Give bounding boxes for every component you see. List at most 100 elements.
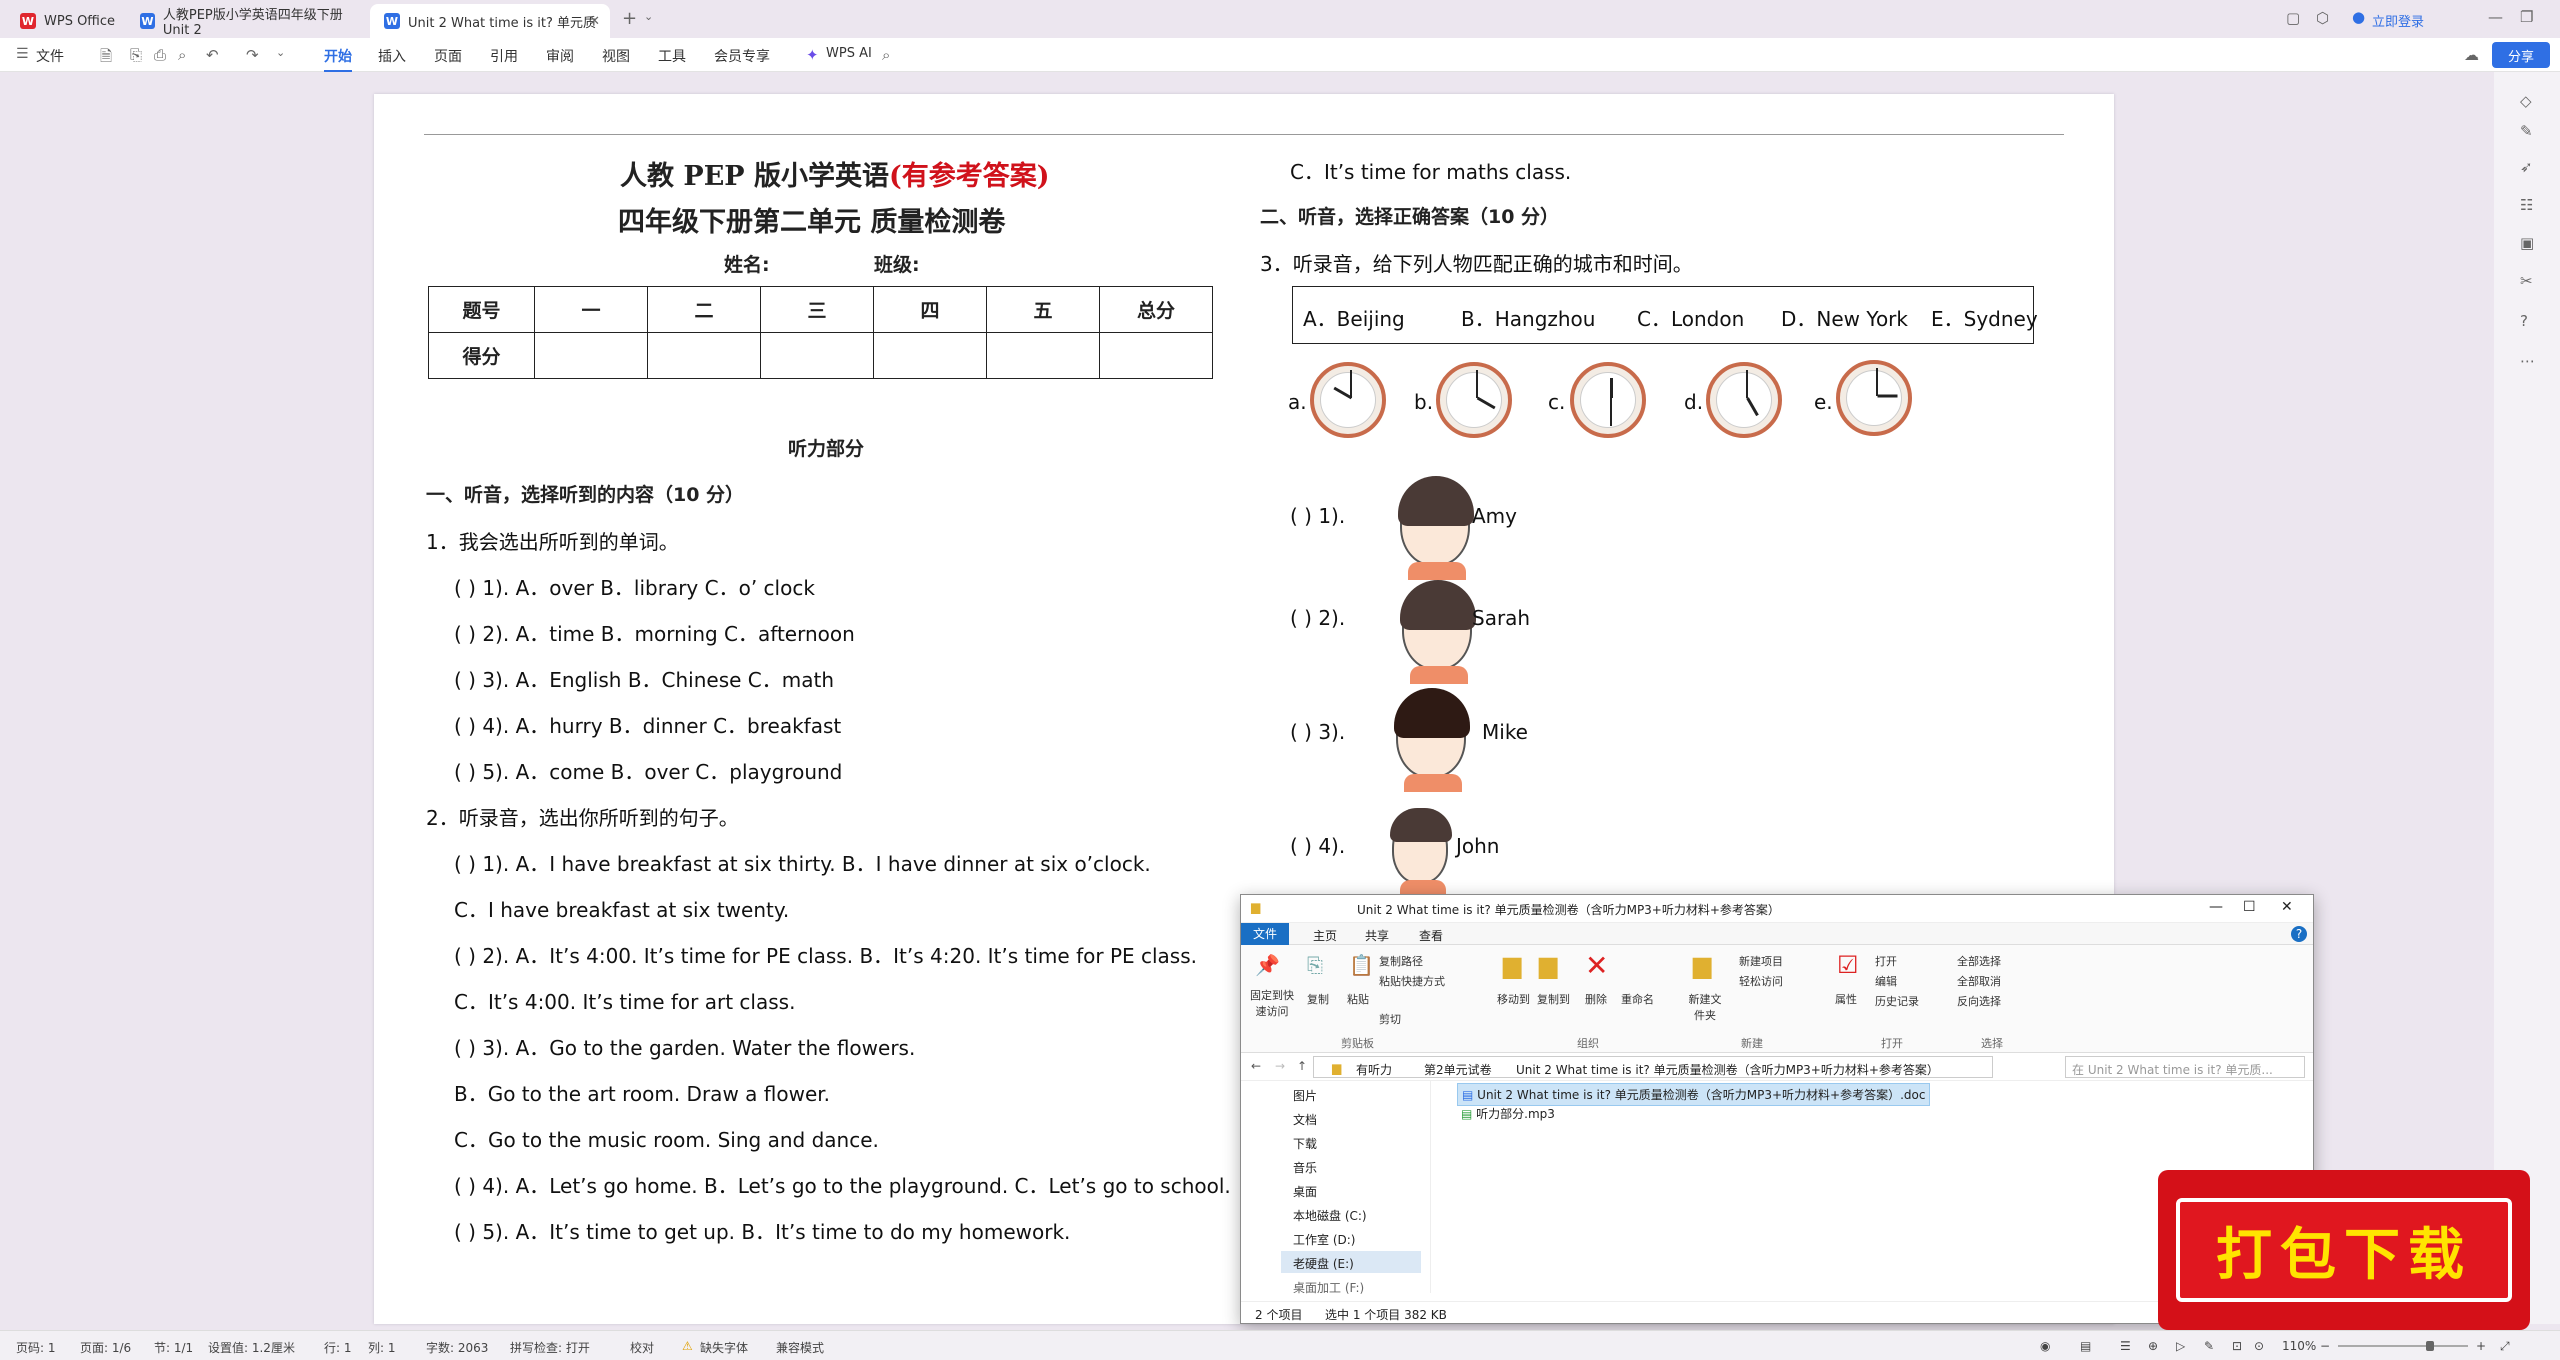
- new-item-button[interactable]: 新建项目: [1739, 953, 1783, 969]
- web-view-icon[interactable]: ⊕: [2148, 1339, 2158, 1353]
- pen-icon[interactable]: ✎: [2520, 122, 2533, 140]
- paste-button[interactable]: 粘贴: [1347, 991, 1369, 1007]
- tool-icon[interactable]: ✂: [2520, 272, 2533, 290]
- menu-file[interactable]: 文件: [36, 46, 64, 66]
- nav-item[interactable]: 工作室 (D:): [1293, 1231, 1355, 1248]
- menu-review[interactable]: 审阅: [546, 46, 574, 66]
- file-item-selected[interactable]: ▤ Unit 2 What time is it? 单元质量检测卷（含听力MP3…: [1457, 1083, 1931, 1106]
- sliders-icon[interactable]: ☷: [2520, 196, 2533, 214]
- select-none-button[interactable]: 全部取消: [1957, 973, 2001, 989]
- cut-button[interactable]: 剪切: [1379, 1011, 1401, 1027]
- close-tab-icon[interactable]: ✕: [589, 14, 600, 29]
- copy-to-button[interactable]: 复制到: [1537, 991, 1570, 1007]
- menu-home[interactable]: 开始: [324, 46, 352, 72]
- menu-member[interactable]: 会员专享: [714, 46, 770, 66]
- eye-icon[interactable]: ◉: [2040, 1339, 2050, 1353]
- nav-item[interactable]: 本地磁盘 (C:): [1293, 1207, 1367, 1224]
- move-to-button[interactable]: 移动到: [1497, 991, 1530, 1007]
- fit-icon[interactable]: ⊡: [2232, 1339, 2242, 1353]
- easy-access-button[interactable]: 轻松访问: [1739, 973, 1783, 989]
- delete-button[interactable]: 删除: [1585, 991, 1607, 1007]
- download-badge[interactable]: 打包下载: [2158, 1170, 2530, 1330]
- more-icon[interactable]: ⋯: [2520, 352, 2535, 370]
- status-words[interactable]: 字数: 2063: [426, 1339, 488, 1356]
- redo-icon[interactable]: ↷: [246, 46, 259, 64]
- status-setting[interactable]: 设置值: 1.2厘米: [208, 1339, 295, 1356]
- login-link[interactable]: 立即登录: [2372, 11, 2424, 30]
- up-icon[interactable]: ↑: [1297, 1059, 1307, 1073]
- image-icon[interactable]: ▣: [2520, 234, 2534, 252]
- nav-item[interactable]: 文档: [1293, 1111, 1317, 1128]
- table-cell[interactable]: [647, 332, 761, 379]
- user-icon[interactable]: ●: [2352, 8, 2365, 26]
- status-font[interactable]: 缺失字体: [700, 1339, 748, 1356]
- chevron-down-icon[interactable]: ⌄: [644, 10, 653, 23]
- maximize-icon[interactable]: ☐: [2243, 899, 2256, 915]
- status-col[interactable]: 列: 1: [368, 1339, 396, 1356]
- close-icon[interactable]: ✕: [2281, 899, 2293, 915]
- nav-item[interactable]: 图片: [1293, 1087, 1317, 1104]
- ribbon-tab-file[interactable]: 文件: [1241, 923, 1289, 945]
- play-icon[interactable]: ▷: [2176, 1339, 2185, 1353]
- tab-document-2[interactable]: W Unit 2 What time is it? 单元质 ✕: [370, 4, 610, 38]
- window-icon[interactable]: ▢: [2286, 9, 2300, 27]
- file-item[interactable]: ▤ 听力部分.mp3: [1461, 1105, 1555, 1122]
- pin-button[interactable]: 固定到快速访问: [1247, 987, 1297, 1019]
- copy-path-button[interactable]: 复制路径: [1379, 953, 1423, 969]
- zoom-slider[interactable]: [2338, 1345, 2468, 1347]
- zoom-slider-handle[interactable]: [2426, 1341, 2434, 1351]
- properties-button[interactable]: 属性: [1835, 991, 1857, 1007]
- print-icon[interactable]: ⎙: [154, 46, 166, 64]
- rename-button[interactable]: 重命名: [1621, 991, 1654, 1007]
- cube-icon[interactable]: ⬡: [2316, 9, 2329, 27]
- nav-item[interactable]: 桌面加工 (F:): [1293, 1279, 1364, 1296]
- zoom-in-icon[interactable]: +: [2476, 1339, 2486, 1353]
- breadcrumb[interactable]: 有听力: [1356, 1061, 1392, 1077]
- status-page[interactable]: 页码: 1: [16, 1339, 56, 1356]
- new-tab-icon[interactable]: +: [622, 8, 637, 29]
- history-button[interactable]: 历史记录: [1875, 993, 1919, 1009]
- tab-wps-office[interactable]: W WPS Office: [6, 4, 126, 38]
- menu-page[interactable]: 页面: [434, 46, 462, 66]
- menu-wps-ai[interactable]: WPS AI: [826, 46, 872, 61]
- zoom-out-icon[interactable]: −: [2320, 1339, 2330, 1353]
- new-folder-button[interactable]: 新建文件夹: [1685, 991, 1725, 1023]
- menu-insert[interactable]: 插入: [378, 46, 406, 66]
- comment-icon[interactable]: ☁: [2464, 46, 2479, 64]
- preview-icon[interactable]: ⌕: [178, 46, 186, 64]
- restore-icon[interactable]: ❐: [2520, 8, 2533, 26]
- table-cell[interactable]: [760, 332, 874, 379]
- open-button[interactable]: 打开: [1875, 953, 1897, 969]
- search-input[interactable]: 在 Unit 2 What time is it? 单元质...: [2065, 1056, 2305, 1078]
- tab-document-1[interactable]: W 人教PEP版小学英语四年级下册Unit 2: [126, 4, 366, 38]
- export-icon[interactable]: ⎘: [130, 46, 142, 64]
- status-spell[interactable]: 拼写检查: 打开: [510, 1339, 590, 1356]
- chevron-down-icon[interactable]: ⌄: [276, 46, 285, 59]
- table-cell[interactable]: [986, 332, 1100, 379]
- table-cell[interactable]: [873, 332, 987, 379]
- select-all-button[interactable]: 全部选择: [1957, 953, 2001, 969]
- outline-icon[interactable]: ☰: [2120, 1339, 2131, 1353]
- file-explorer-window[interactable]: ▆ Unit 2 What time is it? 单元质量检测卷（含听力MP3…: [1240, 894, 2314, 1324]
- share-button[interactable]: 分享: [2492, 42, 2550, 68]
- nav-item[interactable]: 桌面: [1293, 1183, 1317, 1200]
- status-pages[interactable]: 页面: 1/6: [80, 1339, 131, 1356]
- nav-item[interactable]: 下载: [1293, 1135, 1317, 1152]
- search-icon[interactable]: ⌕: [882, 46, 890, 64]
- zoom-icon[interactable]: ⊙: [2254, 1339, 2264, 1353]
- invert-selection-button[interactable]: 反向选择: [1957, 993, 2001, 1009]
- status-compat[interactable]: 兼容模式: [776, 1339, 824, 1356]
- attribute-icon[interactable]: ◇: [2520, 92, 2532, 110]
- status-zoom[interactable]: 110%: [2282, 1339, 2316, 1353]
- status-proof[interactable]: 校对: [630, 1339, 654, 1356]
- status-row[interactable]: 行: 1: [324, 1339, 352, 1356]
- ribbon-tab-home[interactable]: 主页: [1313, 927, 1337, 944]
- help-icon[interactable]: ?: [2520, 312, 2528, 330]
- edit-button[interactable]: 编辑: [1875, 973, 1897, 989]
- undo-icon[interactable]: ↶: [206, 46, 219, 64]
- minimize-icon[interactable]: —: [2209, 899, 2223, 915]
- ribbon-tab-share[interactable]: 共享: [1365, 927, 1389, 944]
- copy-button[interactable]: 复制: [1307, 991, 1329, 1007]
- menu-view[interactable]: 视图: [602, 46, 630, 66]
- menu-tools[interactable]: 工具: [658, 46, 686, 66]
